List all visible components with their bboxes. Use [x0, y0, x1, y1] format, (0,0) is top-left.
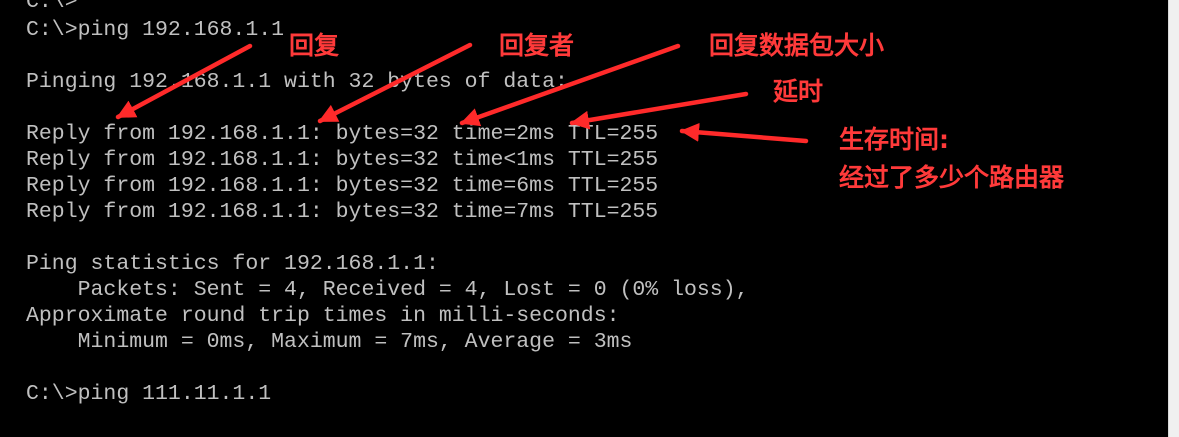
- arrow-reply: [115, 43, 253, 120]
- annotation-reply: 回复: [289, 31, 340, 60]
- arrow-replier: [317, 42, 473, 124]
- annotation-latency: 延时: [773, 77, 824, 106]
- scrollbar-edge[interactable]: [1168, 0, 1179, 437]
- arrow-latency: [569, 91, 749, 130]
- annotation-ttl-title: 生存时间:: [839, 125, 949, 154]
- annotation-ttl-desc: 经过了多少个路由器: [839, 163, 1065, 192]
- annotation-packet-size: 回复数据包大小: [709, 31, 885, 60]
- annotation-arrows: [115, 42, 809, 144]
- annotation-layer: 回复 回复者 回复数据包大小 延时 生存时间: 经过了多少个路由器: [0, 0, 1168, 437]
- arrow-ttl: [679, 122, 809, 144]
- annotation-replier: 回复者: [499, 31, 575, 60]
